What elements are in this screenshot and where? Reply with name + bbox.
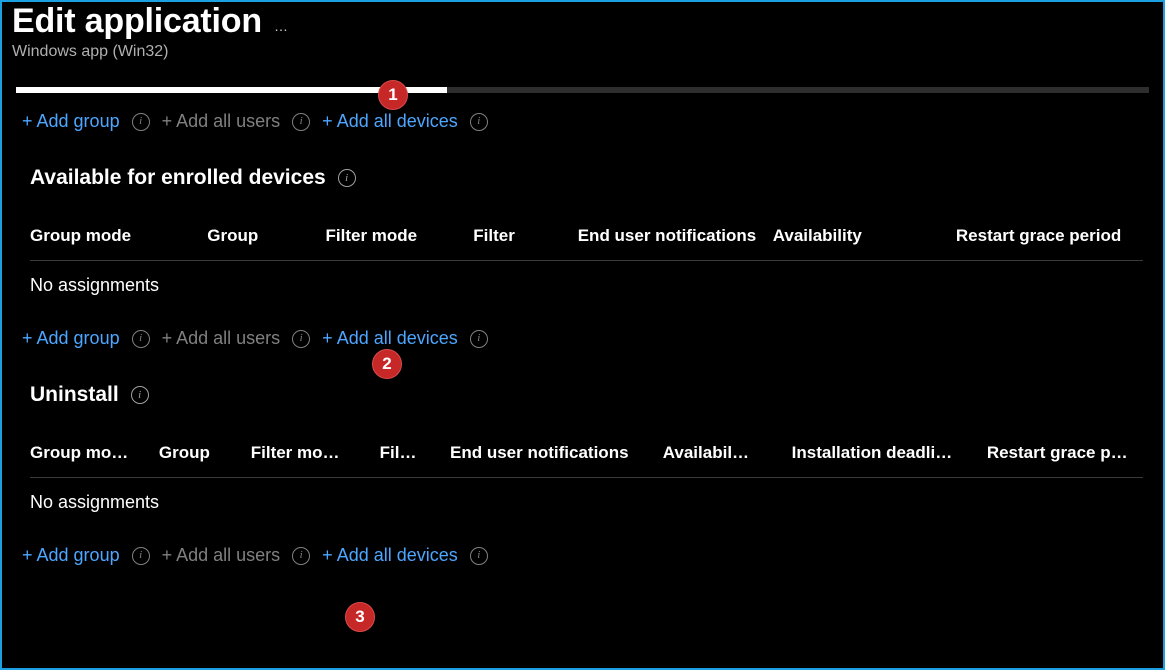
empty-state-text: No assignments bbox=[30, 478, 1143, 527]
page-header: Edit application … Windows app (Win32) bbox=[2, 2, 1163, 69]
page-title: Edit application bbox=[12, 2, 262, 41]
column-header[interactable]: Restart grace period bbox=[956, 226, 1143, 246]
annotation-badge-1: 1 bbox=[378, 80, 408, 110]
info-icon[interactable]: i bbox=[292, 113, 310, 131]
column-header[interactable]: Fil… bbox=[380, 443, 450, 463]
add-group-link[interactable]: + Add group bbox=[22, 328, 120, 349]
empty-state-text: No assignments bbox=[30, 261, 1143, 310]
column-header[interactable]: Availabil… bbox=[663, 443, 792, 463]
table-header-uninstall: Group mo… Group Filter mo… Fil… End user… bbox=[30, 443, 1143, 478]
page-subtitle: Windows app (Win32) bbox=[12, 43, 1153, 61]
column-header[interactable]: Group mode bbox=[30, 226, 207, 246]
section-title-uninstall: Uninstall bbox=[30, 383, 119, 407]
action-row-uninstall: + Add group i + Add all users i + Add al… bbox=[2, 527, 1163, 576]
more-actions-icon[interactable]: … bbox=[274, 18, 290, 34]
column-header[interactable]: Group mo… bbox=[30, 443, 159, 463]
info-icon[interactable]: i bbox=[131, 386, 149, 404]
column-header[interactable]: Group bbox=[159, 443, 251, 463]
column-header[interactable]: End user notifications bbox=[578, 226, 773, 246]
info-icon[interactable]: i bbox=[132, 330, 150, 348]
column-header[interactable]: Filter mo… bbox=[251, 443, 380, 463]
add-group-link[interactable]: + Add group bbox=[22, 545, 120, 566]
annotation-badge-3: 3 bbox=[345, 602, 375, 632]
info-icon[interactable]: i bbox=[132, 113, 150, 131]
info-icon[interactable]: i bbox=[292, 330, 310, 348]
column-header[interactable]: Availability bbox=[773, 226, 956, 246]
add-all-users-link: + Add all users bbox=[162, 545, 281, 566]
column-header[interactable]: Installation deadli… bbox=[792, 443, 987, 463]
info-icon[interactable]: i bbox=[470, 547, 488, 565]
add-all-devices-link[interactable]: + Add all devices bbox=[322, 111, 458, 132]
add-group-link[interactable]: + Add group bbox=[22, 111, 120, 132]
annotation-badge-2: 2 bbox=[372, 349, 402, 379]
action-row-available: + Add group i + Add all users i + Add al… bbox=[2, 310, 1163, 359]
info-icon[interactable]: i bbox=[292, 547, 310, 565]
section-available: Available for enrolled devices i Group m… bbox=[2, 142, 1163, 310]
add-all-devices-link[interactable]: + Add all devices bbox=[322, 328, 458, 349]
section-title-available: Available for enrolled devices bbox=[30, 166, 326, 190]
add-all-users-link: + Add all users bbox=[162, 328, 281, 349]
info-icon[interactable]: i bbox=[338, 169, 356, 187]
column-header[interactable]: Filter bbox=[473, 226, 577, 246]
column-header[interactable]: Restart grace p… bbox=[987, 443, 1143, 463]
column-header[interactable]: Group bbox=[207, 226, 325, 246]
info-icon[interactable]: i bbox=[132, 547, 150, 565]
info-icon[interactable]: i bbox=[470, 113, 488, 131]
column-header[interactable]: End user notifications bbox=[450, 443, 663, 463]
add-all-users-link: + Add all users bbox=[162, 111, 281, 132]
section-uninstall: Uninstall i Group mo… Group Filter mo… F… bbox=[2, 359, 1163, 527]
column-header[interactable]: Filter mode bbox=[326, 226, 474, 246]
action-row-required: + Add group i + Add all users i + Add al… bbox=[2, 93, 1163, 142]
info-icon[interactable]: i bbox=[470, 330, 488, 348]
table-header-available: Group mode Group Filter mode Filter End … bbox=[30, 226, 1143, 261]
add-all-devices-link[interactable]: + Add all devices bbox=[322, 545, 458, 566]
